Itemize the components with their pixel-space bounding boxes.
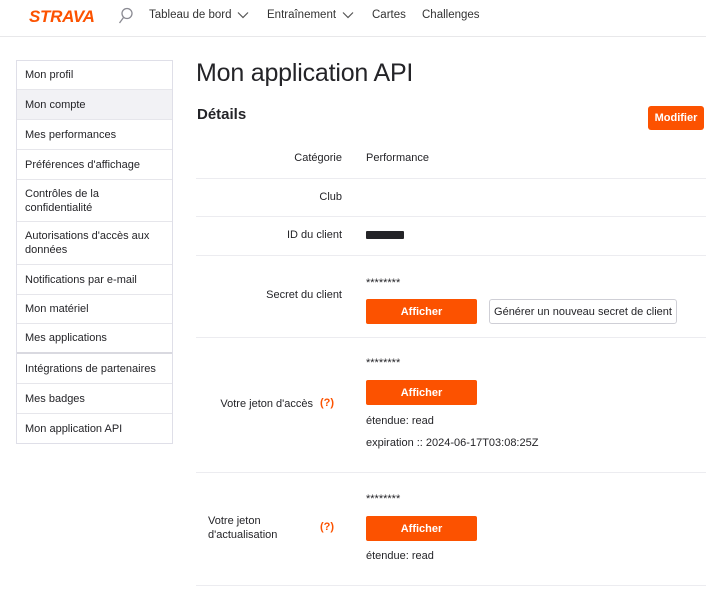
refresh-token-scope: étendue: read <box>366 550 434 562</box>
refresh-token-masked: ******** <box>366 493 401 505</box>
page-title: Mon application API <box>196 59 414 87</box>
regenerate-secret-button[interactable]: Générer un nouveau secret de client <box>489 299 677 324</box>
nav-challenges[interactable]: Challenges <box>422 9 480 21</box>
sidebar-item-mon-materiel[interactable]: Mon matériel <box>17 295 172 324</box>
nav-label: Cartes <box>372 9 406 21</box>
sidebar-item-mes-badges[interactable]: Mes badges <box>17 384 172 414</box>
sidebar-item-preferences-affichage[interactable]: Préférences d'affichage <box>17 150 172 180</box>
sidebar-item-autorisations[interactable]: Autorisations d'accès aux données <box>17 222 172 265</box>
section-title: Détails <box>197 106 247 123</box>
access-token-label: Votre jeton d'accès <box>220 398 313 410</box>
strava-logo[interactable]: STRAVA <box>29 8 95 27</box>
client-id-label: ID du client <box>286 229 342 241</box>
sidebar-item-mes-performances[interactable]: Mes performances <box>17 120 172 150</box>
sidebar-item-integrations[interactable]: Intégrations de partenaires <box>17 354 172 384</box>
settings-sidebar: Mon profil Mon compte Mes performances P… <box>16 60 173 444</box>
divider <box>196 472 706 473</box>
divider <box>196 585 706 586</box>
refresh-token-help-icon[interactable]: (?) <box>320 521 334 533</box>
nav-entrainement[interactable]: Entraînement <box>267 9 354 21</box>
nav-tableau-de-bord[interactable]: Tableau de bord <box>149 9 249 21</box>
access-token-scope: étendue: read <box>366 415 434 427</box>
divider <box>196 178 706 179</box>
access-token-help-icon[interactable]: (?) <box>320 397 334 409</box>
sidebar-item-mon-profil[interactable]: Mon profil <box>17 61 172 90</box>
divider <box>196 216 706 217</box>
show-access-token-button[interactable]: Afficher <box>366 380 477 405</box>
search-icon[interactable] <box>118 7 134 25</box>
chevron-down-icon <box>238 12 249 19</box>
club-label: Club <box>319 191 342 203</box>
edit-button[interactable]: Modifier <box>648 106 704 130</box>
nav-cartes[interactable]: Cartes <box>372 9 406 21</box>
access-token-expiration: expiration :: 2024-06-17T03:08:25Z <box>366 437 539 449</box>
client-secret-label: Secret du client <box>266 289 342 301</box>
divider <box>196 255 706 256</box>
redacted-client-id <box>366 231 404 239</box>
chevron-down-icon <box>342 12 354 19</box>
top-navigation-bar: STRAVA Tableau de bord Entraînement Cart… <box>0 0 706 37</box>
sidebar-item-confidentialite[interactable]: Contrôles de la confidentialité <box>17 180 172 222</box>
show-client-secret-button[interactable]: Afficher <box>366 299 477 324</box>
category-label: Catégorie <box>294 152 342 164</box>
sidebar-item-mes-applications[interactable]: Mes applications <box>17 324 172 354</box>
divider <box>196 337 706 338</box>
client-secret-masked: ******** <box>366 277 401 289</box>
refresh-token-label-line1: Votre jeton <box>208 515 261 527</box>
show-refresh-token-button[interactable]: Afficher <box>366 516 477 541</box>
refresh-token-label-line2: d'actualisation <box>208 529 278 541</box>
sidebar-item-mon-application-api[interactable]: Mon application API <box>17 414 172 443</box>
sidebar-item-mon-compte[interactable]: Mon compte <box>17 90 172 120</box>
category-value: Performance <box>366 152 429 164</box>
sidebar-item-notifications[interactable]: Notifications par e-mail <box>17 265 172 295</box>
access-token-masked: ******** <box>366 357 401 369</box>
nav-label: Entraînement <box>267 9 337 21</box>
nav-label: Challenges <box>422 9 480 21</box>
nav-label: Tableau de bord <box>149 9 232 21</box>
